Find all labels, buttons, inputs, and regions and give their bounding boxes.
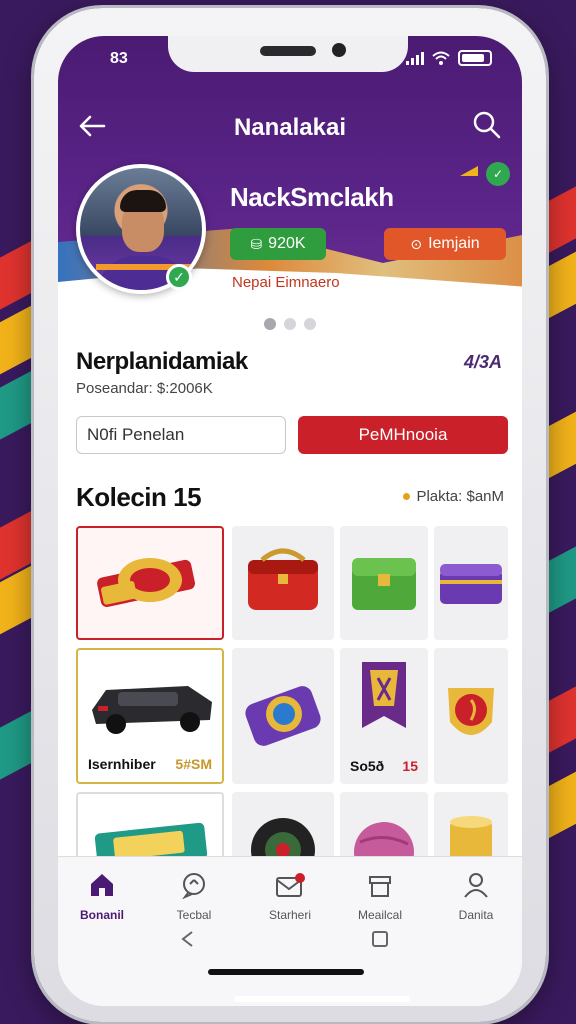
status-icons bbox=[406, 50, 492, 66]
collection-filter-label: Plakta: $anM bbox=[416, 488, 504, 505]
gem-belt-icon bbox=[245, 686, 321, 746]
item-value: 15 bbox=[402, 758, 418, 774]
collection-grid: Isernhiber 5#SM So5ð 15 bbox=[76, 526, 508, 856]
verified-check-icon: ✓ bbox=[166, 264, 192, 290]
store-icon bbox=[369, 876, 391, 897]
bottom-tab-bar: Bonanil Tecbal Starheri Meailcal Danita bbox=[58, 856, 522, 1006]
notch bbox=[168, 36, 408, 72]
card-pack-icon bbox=[94, 822, 208, 856]
tab-label: Meailcal bbox=[357, 908, 402, 922]
collection-item-ball[interactable] bbox=[340, 792, 428, 856]
banner-icon bbox=[362, 662, 406, 728]
tab-mail[interactable]: Starheri bbox=[250, 871, 330, 922]
collection-item-gem-belt[interactable] bbox=[232, 648, 334, 784]
shield-icon bbox=[448, 688, 494, 735]
collection-item-tire[interactable] bbox=[232, 792, 334, 856]
collection-item-cards[interactable] bbox=[76, 792, 224, 856]
filter-dot-icon bbox=[403, 493, 411, 500]
profile-subtitle: Nepai Eimnaero bbox=[232, 274, 340, 291]
belt-icon bbox=[97, 558, 195, 607]
name-input[interactable]: N0fi Penelan bbox=[76, 416, 286, 454]
user-icon bbox=[464, 873, 488, 898]
mail-icon bbox=[276, 873, 305, 897]
status-time: 83 bbox=[110, 50, 128, 67]
battery-icon bbox=[458, 50, 492, 66]
search-icon[interactable] bbox=[472, 110, 502, 140]
section-title: Nerplanidamiak bbox=[76, 348, 248, 375]
collection-filter[interactable]: Plakta: $anM bbox=[403, 488, 504, 505]
tab-home[interactable]: Bonanil bbox=[62, 871, 142, 922]
ball-icon bbox=[354, 822, 414, 856]
phone-frame: 83 Nanalakai ✓ ✓ NackSmclakh ⛁ 920K ⊙ Ie… bbox=[34, 8, 546, 1022]
action-pill-button[interactable]: ⊙ Iemjain bbox=[384, 228, 506, 260]
screen: 83 Nanalakai ✓ ✓ NackSmclakh ⛁ 920K ⊙ Ie… bbox=[58, 36, 522, 1006]
item-name: Isernhiber bbox=[88, 756, 156, 772]
section-subtitle: Poseandar: $:2006K bbox=[76, 380, 213, 397]
collection-item-purple-box[interactable] bbox=[434, 526, 508, 640]
box-icon bbox=[440, 564, 502, 604]
wifi-icon bbox=[432, 51, 450, 65]
primary-action-button[interactable]: PeMHnooia bbox=[298, 416, 508, 454]
pager-dot[interactable] bbox=[304, 318, 316, 330]
tab-chat[interactable]: Tecbal bbox=[154, 871, 234, 922]
profile-name: NackSmclakh bbox=[230, 182, 394, 212]
collection-title: Kolecin 15 bbox=[76, 482, 202, 512]
coins-pill-button[interactable]: ⛁ 920K bbox=[230, 228, 326, 260]
page-title: Nanalakai bbox=[233, 114, 347, 141]
action-pill-label: Iemjain bbox=[428, 235, 480, 252]
chat-icon bbox=[181, 873, 205, 900]
frame-indicator bbox=[234, 996, 410, 1002]
collection-item-cup[interactable] bbox=[434, 792, 508, 856]
home-icon bbox=[91, 874, 113, 896]
tab-label: Tecbal bbox=[176, 908, 212, 922]
badge-icon: ⊙ bbox=[410, 235, 423, 252]
tab-profile[interactable]: Danita bbox=[436, 871, 516, 922]
section-value: 4/3A bbox=[463, 352, 502, 372]
tab-store[interactable]: Meailcal bbox=[340, 871, 420, 922]
system-back-icon[interactable] bbox=[178, 929, 198, 949]
tire-icon bbox=[251, 818, 315, 856]
leaf-badge-icon[interactable]: ✓ bbox=[486, 162, 510, 186]
collection-item-banner[interactable]: So5ð 15 bbox=[340, 648, 428, 784]
tab-label: Starheri bbox=[268, 908, 312, 922]
collection-item-red-case[interactable] bbox=[232, 526, 334, 640]
tab-label: Bonanil bbox=[80, 908, 124, 922]
collection-item-belt[interactable] bbox=[76, 526, 224, 640]
case-icon bbox=[248, 548, 318, 610]
collection-item-shield[interactable] bbox=[434, 648, 508, 784]
tab-label: Danita bbox=[458, 908, 494, 922]
item-name: So5ð bbox=[350, 758, 385, 774]
system-recents-icon[interactable] bbox=[370, 929, 390, 949]
home-indicator[interactable] bbox=[208, 969, 364, 975]
car-icon bbox=[92, 686, 212, 734]
cup-icon bbox=[450, 816, 492, 856]
coin-icon: ⛁ bbox=[250, 235, 263, 252]
pager-dots[interactable] bbox=[58, 318, 522, 330]
collection-item-car[interactable]: Isernhiber 5#SM bbox=[76, 648, 224, 784]
collection-item-green-chest[interactable] bbox=[340, 526, 428, 640]
chest-icon bbox=[352, 558, 416, 610]
pager-dot[interactable] bbox=[284, 318, 296, 330]
coins-pill-label: 920K bbox=[268, 235, 306, 252]
flag-icon bbox=[460, 166, 478, 176]
pager-dot[interactable] bbox=[264, 318, 276, 330]
signal-icon bbox=[406, 51, 424, 65]
item-value: 5#SM bbox=[175, 756, 212, 772]
